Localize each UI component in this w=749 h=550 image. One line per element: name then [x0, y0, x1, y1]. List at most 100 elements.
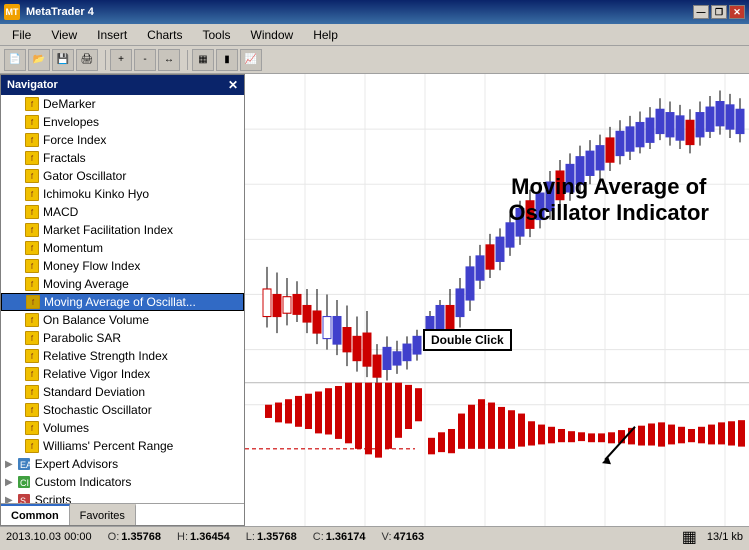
expand-icon: ▶	[5, 495, 13, 504]
toolbar: 📄 📂 💾 🖨 + - ↔ ▦ ▮ 📈	[0, 46, 749, 74]
main-area: Navigator ✕ f DeMarker f Envelopes f For…	[0, 74, 749, 526]
nav-item-williams[interactable]: f Williams' Percent Range	[1, 437, 244, 455]
indicator-icon: f	[25, 241, 39, 255]
custom-indicators-icon: CI	[17, 475, 31, 489]
separator	[102, 50, 106, 70]
nav-item-fractals[interactable]: f Fractals	[1, 149, 244, 167]
indicator-icon: f	[25, 439, 39, 453]
toolbar-zoom-out[interactable]: -	[134, 49, 156, 71]
double-click-label: Double Click	[423, 329, 512, 351]
toolbar-candle-chart[interactable]: ▮	[216, 49, 238, 71]
indicator-icon: f	[25, 151, 39, 165]
chart-area[interactable]: Double Click Moving Average of Oscillato…	[245, 74, 749, 526]
expert-advisors-icon: EA	[17, 457, 31, 471]
status-high: H: 1.36454	[177, 531, 230, 543]
scripts-icon: S	[17, 493, 31, 503]
navigator-header: Navigator ✕	[1, 75, 244, 95]
menu-tools[interactable]: Tools	[195, 26, 239, 44]
menu-view[interactable]: View	[43, 26, 85, 44]
status-open: O: 1.35768	[108, 531, 161, 543]
nav-item-stochastic[interactable]: f Stochastic Oscillator	[1, 401, 244, 419]
nav-item-std-dev[interactable]: f Standard Deviation	[1, 383, 244, 401]
toolbar-chart-scroll[interactable]: ↔	[158, 49, 180, 71]
indicator-icon: f	[25, 349, 39, 363]
status-date: 2013.10.03 00:00	[6, 531, 92, 543]
toolbar-save[interactable]: 💾	[52, 49, 74, 71]
indicator-icon: f	[25, 187, 39, 201]
indicator-icon: f	[25, 277, 39, 291]
nav-item-momentum[interactable]: f Momentum	[1, 239, 244, 257]
nav-section-custom-indicators[interactable]: ▶ CI Custom Indicators	[1, 473, 244, 491]
separator2	[184, 50, 188, 70]
nav-item-volumes[interactable]: f Volumes	[1, 419, 244, 437]
nav-item-moving-average[interactable]: f Moving Average	[1, 275, 244, 293]
nav-item-money-flow[interactable]: f Money Flow Index	[1, 257, 244, 275]
menu-file[interactable]: File	[4, 26, 39, 44]
indicator-icon: f	[25, 367, 39, 381]
status-info: ▦ 13/1 kb	[682, 527, 743, 547]
status-close: C: 1.36174	[313, 531, 366, 543]
menu-window[interactable]: Window	[243, 26, 302, 44]
nav-item-gator-oscillator[interactable]: f Gator Oscillator	[1, 167, 244, 185]
toolbar-zoom-in[interactable]: +	[110, 49, 132, 71]
nav-section-scripts[interactable]: ▶ S Scripts	[1, 491, 244, 503]
toolbar-new[interactable]: 📄	[4, 49, 26, 71]
tab-favorites[interactable]: Favorites	[70, 504, 136, 525]
toolbar-open[interactable]: 📂	[28, 49, 50, 71]
indicator-icon: f	[25, 115, 39, 129]
indicator-icon: f	[25, 313, 39, 327]
menu-bar: File View Insert Charts Tools Window Hel…	[0, 24, 749, 46]
status-volume: V: 47163	[382, 531, 425, 543]
close-button[interactable]: ✕	[729, 5, 745, 19]
navigator-tabs: Common Favorites	[1, 503, 244, 525]
indicator-icon: f	[26, 295, 40, 309]
title-bar-controls[interactable]: — ❐ ✕	[693, 5, 745, 19]
nav-item-demarker[interactable]: f DeMarker	[1, 95, 244, 113]
menu-help[interactable]: Help	[305, 26, 346, 44]
indicator-icon: f	[25, 133, 39, 147]
title-bar: MT MetaTrader 4 — ❐ ✕	[0, 0, 749, 24]
indicator-icon: f	[25, 259, 39, 273]
navigator-panel: Navigator ✕ f DeMarker f Envelopes f For…	[0, 74, 245, 526]
nav-item-parabolic-sar[interactable]: f Parabolic SAR	[1, 329, 244, 347]
nav-item-maoscillator[interactable]: f Moving Average of Oscillat...	[1, 293, 244, 311]
nav-item-on-balance-volume[interactable]: f On Balance Volume	[1, 311, 244, 329]
toolbar-bar-chart[interactable]: ▦	[192, 49, 214, 71]
restore-button[interactable]: ❐	[711, 5, 727, 19]
toolbar-print[interactable]: 🖨	[76, 49, 98, 71]
navigator-close-button[interactable]: ✕	[228, 78, 238, 92]
indicator-icon: f	[25, 331, 39, 345]
chart-svg	[245, 74, 749, 526]
indicator-icon: f	[25, 421, 39, 435]
window-title: MetaTrader 4	[26, 6, 94, 18]
menu-charts[interactable]: Charts	[139, 26, 190, 44]
indicator-icon: f	[25, 385, 39, 399]
toolbar-line-chart[interactable]: 📈	[240, 49, 262, 71]
nav-item-ichimoku[interactable]: f Ichimoku Kinko Hyo	[1, 185, 244, 203]
navigator-content[interactable]: f DeMarker f Envelopes f Force Index f F…	[1, 95, 244, 503]
expand-icon: ▶	[5, 477, 13, 488]
nav-item-force-index[interactable]: f Force Index	[1, 131, 244, 149]
indicator-icon: f	[25, 403, 39, 417]
status-bar: 2013.10.03 00:00 O: 1.35768 H: 1.36454 L…	[0, 526, 749, 546]
svg-text:CI: CI	[20, 478, 29, 488]
tab-common[interactable]: Common	[1, 504, 70, 525]
svg-text:S: S	[20, 496, 26, 503]
indicator-icon: f	[25, 223, 39, 237]
indicator-icon: f	[25, 97, 39, 111]
nav-item-rsi[interactable]: f Relative Strength Index	[1, 347, 244, 365]
chart-annotation: Moving Average of Oscillator Indicator	[509, 174, 710, 227]
expand-icon: ▶	[5, 459, 13, 470]
svg-text:EA: EA	[20, 460, 31, 470]
app-icon: MT	[4, 4, 20, 20]
nav-section-expert-advisors[interactable]: ▶ EA Expert Advisors	[1, 455, 244, 473]
chart-type-icon: ▦	[682, 527, 697, 547]
minimize-button[interactable]: —	[693, 5, 709, 19]
nav-item-macd[interactable]: f MACD	[1, 203, 244, 221]
menu-insert[interactable]: Insert	[89, 26, 135, 44]
nav-item-rvi[interactable]: f Relative Vigor Index	[1, 365, 244, 383]
nav-item-market-facilitation[interactable]: f Market Facilitation Index	[1, 221, 244, 239]
indicator-icon: f	[25, 169, 39, 183]
indicator-icon: f	[25, 205, 39, 219]
nav-item-envelopes[interactable]: f Envelopes	[1, 113, 244, 131]
